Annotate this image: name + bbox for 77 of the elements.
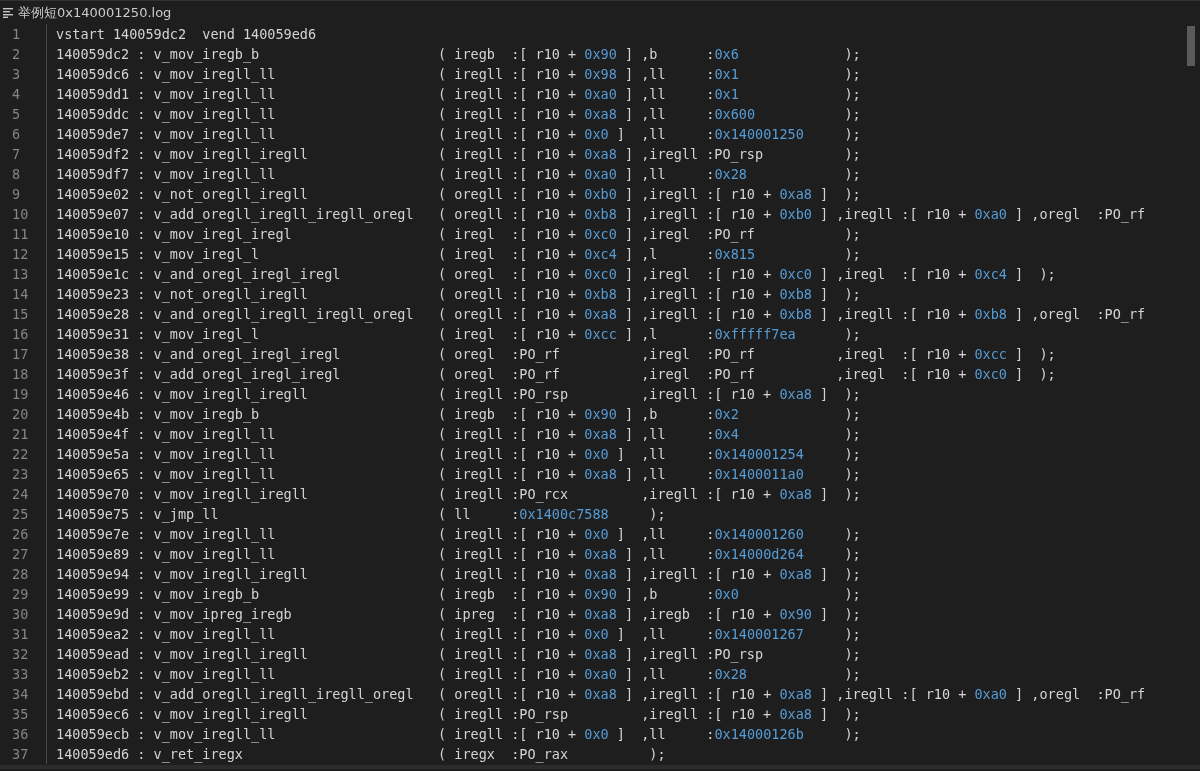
code-line: 140059de7 : v_mov_iregll_ll ( iregll :[ r10 + 0x0 ] ,ll :0x140001250 ); [56,126,861,142]
code-line: 140059e4b : v_mov_iregb_b ( iregb :[ r10 + 0x90 ] ,b :0x2 ); [56,406,861,422]
line-number: 19 [11,386,30,402]
code-line: 140059e28 : v_and_oregll_iregll_iregll_oregl ( oregll :[ r10 + 0xa8 ] ,iregll :[ r10 + 0xb8 ] ,iregll :[ r10 + 0xb8 ] ,oregl :PO_rf [56,306,1146,322]
line-number: 9 [11,186,22,202]
line-number: 24 [11,486,30,502]
code-line: 140059dd1 : v_mov_iregll_ll ( iregll :[ r10 + 0xa0 ] ,ll :0x1 ); [56,86,861,102]
line-number: 14 [11,286,30,302]
line-number: 21 [11,426,30,442]
code-line: 140059dc2 : v_mov_iregb_b ( iregb :[ r10 + 0x90 ] ,b :0x6 ); [56,46,861,62]
line-number: 7 [11,146,22,162]
code-line: 140059e99 : v_mov_iregb_b ( iregb :[ r10 + 0x90 ] ,b :0x0 ); [56,586,861,602]
line-number: 23 [11,466,30,482]
line-number: 36 [11,726,30,742]
line-number: 1 [11,26,22,42]
code-line: 140059ea2 : v_mov_iregll_ll ( iregll :[ r10 + 0x0 ] ,ll :0x140001267 ); [56,626,861,642]
line-number: 8 [11,166,22,182]
code-line: vstart 140059dc2 vend 140059ed6 [56,26,317,42]
code-line: 140059e89 : v_mov_iregll_ll ( iregll :[ r10 + 0xa8 ] ,ll :0x14000d264 ); [56,546,861,562]
line-number: 12 [11,246,30,262]
line-number: 31 [11,626,30,642]
line-number: 37 [11,746,30,762]
line-number: 2 [11,46,22,62]
scrollbar-thumb[interactable] [1187,26,1195,66]
line-number: 13 [11,266,30,282]
line-number: 34 [11,686,30,702]
line-number: 35 [11,706,30,722]
line-number: 5 [11,106,22,122]
line-number: 32 [11,646,30,662]
file-tab-title[interactable]: 举例短0x140001250.log [18,3,172,22]
line-number: 26 [11,526,30,542]
line-number: 25 [11,506,30,522]
line-number: 3 [11,66,22,82]
code-line: 140059e75 : v_jmp_ll ( ll :0x1400c7588 ); [56,506,666,522]
code-line: 140059df2 : v_mov_iregll_iregll ( iregll :[ r10 + 0xa8 ] ,iregll :PO_rsp ); [56,146,861,162]
code-line: 140059ec6 : v_mov_iregll_iregll ( iregll :PO_rsp ,iregll :[ r10 + 0xa8 ] ); [56,706,861,722]
code-line: 140059e3f : v_add_oregl_iregl_iregl ( oregl :PO_rf ,iregl :PO_rf ,iregl :[ r10 + 0xc0 ] ); [56,366,1056,382]
code-line: 140059ed6 : v_ret_iregx ( iregx :PO_rax ); [56,746,666,762]
code-line: 140059e02 : v_not_oregll_iregll ( oregll :[ r10 + 0xb0 ] ,iregll :[ r10 + 0xa8 ] ); [56,186,861,202]
code-line: 140059e9d : v_mov_ipreg_iregb ( ipreg :[ r10 + 0xa8 ] ,iregb :[ r10 + 0x90 ] ); [56,606,861,622]
code-line: 140059e46 : v_mov_iregll_iregll ( iregll :PO_rsp ,iregll :[ r10 + 0xa8 ] ); [56,386,861,402]
line-number: 30 [11,606,30,622]
line-number: 11 [11,226,30,242]
code-line: 140059e7e : v_mov_iregll_ll ( iregll :[ r10 + 0x0 ] ,ll :0x140001260 ); [56,526,861,542]
line-number: 20 [11,406,30,422]
code-line: 140059e94 : v_mov_iregll_iregll ( iregll :[ r10 + 0xa8 ] ,iregll :[ r10 + 0xa8 ] ); [56,566,861,582]
line-number: 33 [11,666,30,682]
line-number: 6 [11,126,22,142]
line-number: 16 [11,326,30,342]
code-line: 140059e5a : v_mov_iregll_ll ( iregll :[ r10 + 0x0 ] ,ll :0x140001254 ); [56,446,861,462]
list-icon [3,7,14,18]
line-number: 27 [11,546,30,562]
code-line: 140059e4f : v_mov_iregll_ll ( iregll :[ r10 + 0xa8 ] ,ll :0x4 ); [56,426,861,442]
code-line: 140059df7 : v_mov_iregll_ll ( iregll :[ r10 + 0xa0 ] ,ll :0x28 ); [56,166,861,182]
code-line: 140059e65 : v_mov_iregll_ll ( iregll :[ r10 + 0xa8 ] ,ll :0x1400011a0 ); [56,466,861,482]
line-number: 28 [11,566,30,582]
code-line: 140059e38 : v_and_oregl_iregl_iregl ( oregl :PO_rf ,iregl :PO_rf ,iregl :[ r10 + 0xcc ] ); [56,346,1056,362]
line-number: 10 [11,206,30,222]
code-line: 140059e70 : v_mov_iregll_iregll ( iregll :PO_rcx ,iregll :[ r10 + 0xa8 ] ); [56,486,861,502]
code-line: 140059e31 : v_mov_iregl_l ( iregl :[ r10 + 0xcc ] ,l :0xfffff7ea ); [56,326,861,342]
line-number: 18 [11,366,30,382]
code-line: 140059e1c : v_and_oregl_iregl_iregl ( oregl :[ r10 + 0xc0 ] ,iregl :[ r10 + 0xc0 ] ,iregl :[ r10 + 0xc4 ] ); [56,266,1056,282]
code-line: 140059dc6 : v_mov_iregll_ll ( iregll :[ r10 + 0x98 ] ,ll :0x1 ); [56,66,861,82]
line-number: 15 [11,306,30,322]
code-line: 140059e07 : v_add_oregll_iregll_iregll_oregl ( oregll :[ r10 + 0xb8 ] ,iregll :[ r10 + 0xb0 ] ,iregll :[ r10 + 0xa0 ] ,oregl :PO_rf [56,206,1146,222]
line-number: 4 [11,86,22,102]
code-line: 140059ebd : v_add_oregll_iregll_iregll_oregl ( oregll :[ r10 + 0xa8 ] ,iregll :[ r10 + 0xa8 ] ,iregll :[ r10 + 0xa0 ] ,oregl :PO_rf [56,686,1146,702]
line-number: 17 [11,346,30,362]
code-line: 140059e23 : v_not_oregll_iregll ( oregll :[ r10 + 0xb8 ] ,iregll :[ r10 + 0xb8 ] ); [56,286,861,302]
code-line: 140059ddc : v_mov_iregll_ll ( iregll :[ r10 + 0xa8 ] ,ll :0x600 ); [56,106,861,122]
code-line: 140059eb2 : v_mov_iregll_ll ( iregll :[ r10 + 0xa0 ] ,ll :0x28 ); [56,666,861,682]
line-number: 29 [11,586,30,602]
code-line: 140059ead : v_mov_iregll_iregll ( iregll :[ r10 + 0xa8 ] ,iregll :PO_rsp ); [56,646,861,662]
code-line: 140059e10 : v_mov_iregl_iregl ( iregl :[ r10 + 0xc0 ] ,iregl :PO_rf ); [56,226,861,242]
code-line: 140059e15 : v_mov_iregl_l ( iregl :[ r10 + 0xc4 ] ,l :0x815 ); [56,246,861,262]
line-number: 22 [11,446,30,462]
code-line: 140059ecb : v_mov_iregll_ll ( iregll :[ r10 + 0x0 ] ,ll :0x14000126b ); [56,726,861,742]
